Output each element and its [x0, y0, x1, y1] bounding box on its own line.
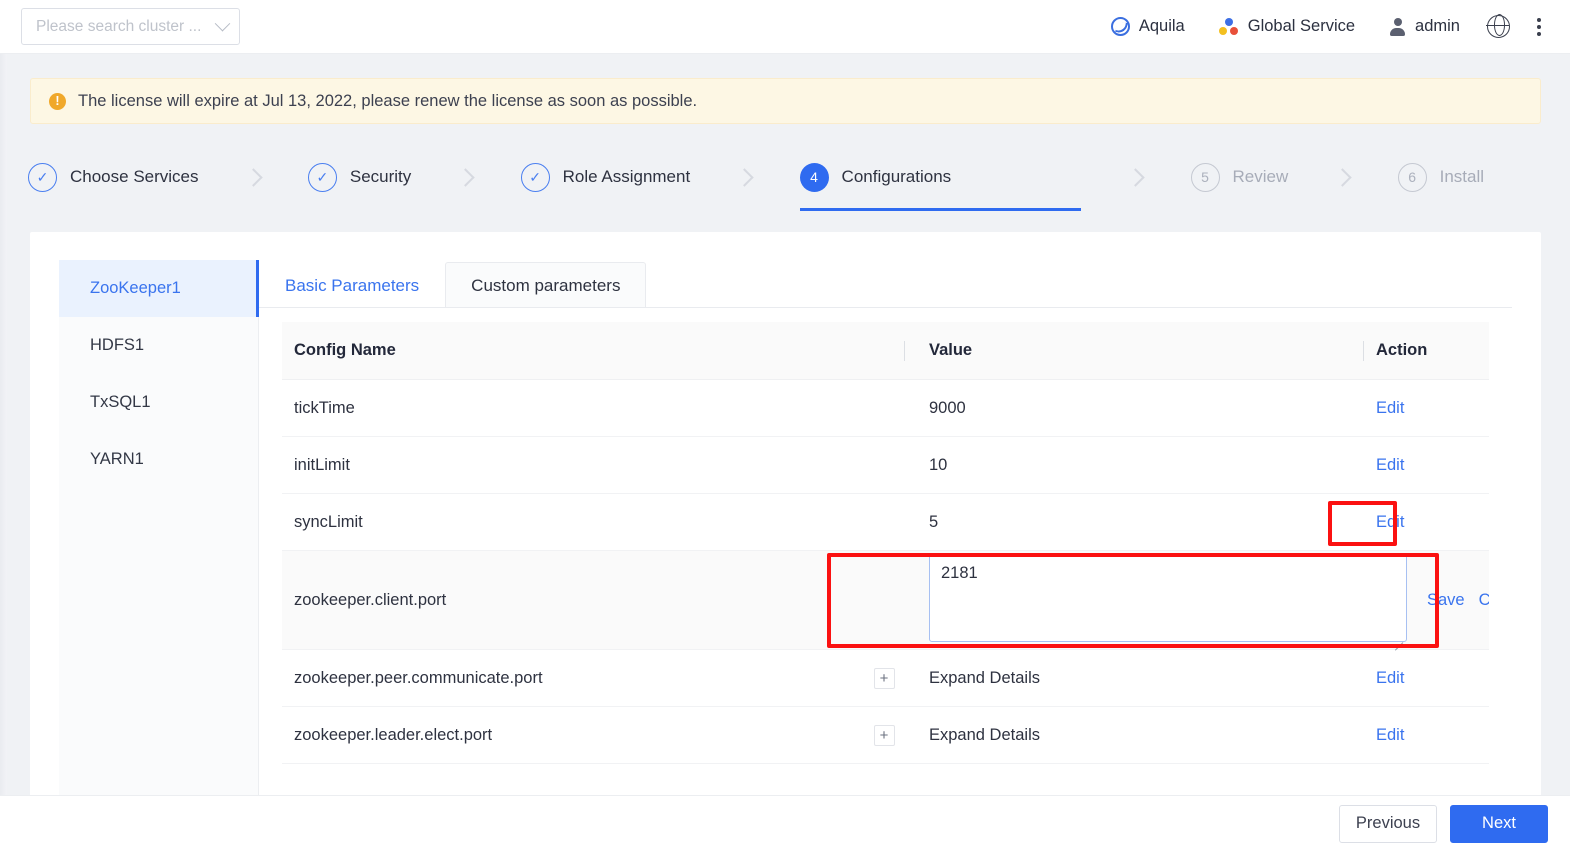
step-label-5: Review: [1232, 167, 1289, 186]
step-label-4: Configurations: [841, 167, 952, 186]
aquila-icon: [1110, 17, 1130, 36]
cluster-search-placeholder: Please search cluster ...: [36, 17, 202, 35]
value-textarea-wrapper: [929, 553, 1407, 647]
table-row: tickTime 9000 Edit: [282, 380, 1489, 437]
user-icon: [1389, 17, 1406, 36]
topbar-item-global-service[interactable]: Global Service: [1202, 17, 1372, 36]
step-separator-3: [690, 143, 799, 211]
step-marker-3: ✓: [520, 162, 550, 192]
cell-value: 10: [929, 455, 948, 474]
tab-label: Basic Parameters: [285, 275, 420, 295]
column-header-config-name: Config Name: [294, 341, 396, 359]
topbar-item-aquila-label: Aquila: [1138, 17, 1185, 35]
step-review[interactable]: 5 Review: [1190, 143, 1289, 211]
page-left-edge: [0, 54, 7, 795]
config-table: Config Name Value Action tickTime 9000 E…: [282, 322, 1489, 802]
sidebar-item-label: YARN1: [90, 450, 144, 468]
edit-button[interactable]: Edit: [1376, 513, 1404, 531]
table-row: syncLimit 5 Edit: [282, 494, 1489, 551]
tab-custom-parameters[interactable]: Custom parameters: [445, 262, 647, 308]
step-marker-5: 5: [1190, 162, 1220, 192]
step-label-2: Security: [349, 167, 412, 186]
edit-button[interactable]: Edit: [1376, 669, 1404, 687]
license-warning-banner: ! The license will expire at Jul 13, 202…: [30, 78, 1541, 124]
step-separator-4: [1081, 143, 1190, 211]
table-row: zookeeper.leader.elect.port + Expand Det…: [282, 707, 1489, 764]
sidebar-item-label: HDFS1: [90, 336, 145, 354]
topbar-item-global-service-label: Global Service: [1247, 17, 1356, 35]
step-marker-4: 4: [799, 162, 829, 192]
cell-value-editor: Save Cancel: [918, 553, 1489, 647]
step-label-1: Choose Services: [70, 167, 199, 186]
cell-config-name: zookeeper.peer.communicate.port: [294, 668, 543, 687]
table-row: zookeeper.peer.communicate.port + Expand…: [282, 650, 1489, 707]
previous-button[interactable]: Previous: [1339, 804, 1437, 843]
kebab-menu-icon[interactable]: [1528, 15, 1550, 39]
cell-config-name: zookeeper.leader.elect.port: [294, 725, 493, 744]
chevron-down-icon: [214, 15, 231, 32]
step-role-assignment[interactable]: ✓ Role Assignment: [520, 143, 691, 211]
config-panel: Basic Parameters Custom parameters Confi…: [259, 260, 1512, 802]
sidebar-item-zookeeper1[interactable]: ZooKeeper1: [59, 260, 259, 317]
cell-config-name: tickTime: [294, 398, 355, 417]
edit-button[interactable]: Edit: [1376, 456, 1404, 474]
step-label-3: Role Assignment: [562, 167, 691, 186]
step-separator-5: [1288, 143, 1397, 211]
service-list: ZooKeeper1 HDFS1 TxSQL1 YARN1: [59, 260, 259, 802]
step-install[interactable]: 6 Install: [1397, 143, 1542, 211]
step-separator-1: [199, 143, 308, 211]
table-header-row: Config Name Value Action: [282, 322, 1489, 380]
top-bar: Please search cluster ... Aquila Global …: [0, 0, 1570, 54]
sidebar-item-label: ZooKeeper1: [90, 279, 181, 297]
wizard-footer: Previous Next: [0, 795, 1570, 851]
value-textarea[interactable]: [929, 553, 1407, 642]
global-service-icon: [1218, 17, 1239, 36]
cluster-search-input[interactable]: Please search cluster ...: [21, 8, 240, 45]
wizard-stepper: ✓ Choose Services ✓ Security ✓ Role Assi…: [28, 143, 1542, 211]
topbar-item-aquila[interactable]: Aquila: [1094, 17, 1202, 36]
tab-basic-parameters[interactable]: Basic Parameters: [259, 262, 446, 308]
warning-icon: !: [49, 92, 66, 110]
column-header-action: Action: [1363, 340, 1489, 361]
cell-value: 9000: [929, 398, 966, 417]
step-security[interactable]: ✓ Security: [307, 143, 412, 211]
table-row-editing: zookeeper.client.port Save Cancel: [282, 551, 1489, 650]
step-marker-2: ✓: [307, 162, 337, 192]
topbar-item-admin[interactable]: admin: [1372, 17, 1477, 36]
plus-icon[interactable]: +: [873, 724, 895, 746]
tab-label: Custom parameters: [471, 275, 621, 295]
cell-config-name: zookeeper.client.port: [294, 590, 447, 609]
table-row: initLimit 10 Edit: [282, 437, 1489, 494]
column-header-value: Value: [904, 340, 1363, 361]
configurations-card: ZooKeeper1 HDFS1 TxSQL1 YARN1 Basic Para…: [30, 232, 1541, 802]
license-warning-text: The license will expire at Jul 13, 2022,…: [78, 91, 698, 110]
plus-icon[interactable]: +: [873, 667, 895, 689]
save-cancel-group: Save Cancel: [1427, 591, 1489, 610]
topbar-item-admin-label: admin: [1415, 17, 1460, 35]
next-button[interactable]: Next: [1450, 804, 1548, 843]
save-button[interactable]: Save: [1427, 591, 1465, 610]
sidebar-item-txsql1[interactable]: TxSQL1: [59, 374, 258, 431]
cell-value: Expand Details: [929, 725, 1040, 744]
cell-config-name: initLimit: [294, 455, 350, 474]
cell-config-name: syncLimit: [294, 512, 363, 531]
step-label-6: Install: [1439, 167, 1485, 186]
step-marker-6: 6: [1397, 162, 1427, 192]
cell-value: 5: [929, 512, 939, 531]
globe-icon[interactable]: [1486, 14, 1510, 38]
sidebar-item-yarn1[interactable]: YARN1: [59, 431, 258, 488]
step-choose-services[interactable]: ✓ Choose Services: [28, 143, 199, 211]
edit-button[interactable]: Edit: [1376, 726, 1404, 744]
sidebar-item-hdfs1[interactable]: HDFS1: [59, 317, 258, 374]
step-configurations[interactable]: 4 Configurations: [799, 143, 1082, 211]
cancel-button[interactable]: Cancel: [1479, 591, 1489, 610]
step-marker-1: ✓: [28, 162, 57, 192]
step-separator-2: [411, 143, 520, 211]
top-bar-right: Aquila Global Service admin: [1094, 14, 1570, 39]
parameter-tabs: Basic Parameters Custom parameters: [259, 260, 1512, 308]
sidebar-item-label: TxSQL1: [90, 393, 151, 411]
cell-value: Expand Details: [929, 668, 1040, 687]
edit-button[interactable]: Edit: [1376, 399, 1404, 417]
